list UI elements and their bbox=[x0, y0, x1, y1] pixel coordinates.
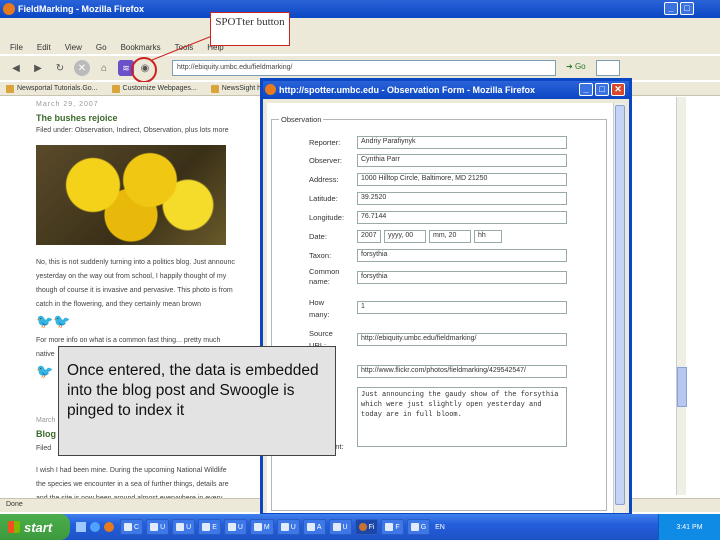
bird-icon: 🐦🐦 bbox=[36, 313, 71, 329]
observer-field[interactable]: Cynthia Parr bbox=[357, 154, 567, 167]
common-name-label: Common name: bbox=[309, 267, 340, 286]
app-icon bbox=[253, 523, 262, 531]
post-title[interactable]: The bushes rejoice bbox=[36, 113, 118, 123]
bookmark-item[interactable]: Newsportal Tutorials.Go... bbox=[6, 84, 98, 93]
forsythia-photo[interactable] bbox=[36, 145, 226, 245]
date-yyyy-field[interactable]: yyyy, 00 bbox=[384, 230, 426, 243]
scrollbar-thumb[interactable] bbox=[677, 367, 687, 407]
app-icon bbox=[385, 523, 394, 531]
date-year-field[interactable]: 2007 bbox=[357, 230, 381, 243]
app-icon bbox=[124, 523, 132, 531]
system-tray: 3:41 PM bbox=[658, 514, 720, 540]
how-many-label: How many: bbox=[309, 298, 330, 319]
quick-launch bbox=[76, 522, 114, 532]
taxon-field[interactable]: forsythia bbox=[357, 249, 567, 262]
windows-logo-icon bbox=[8, 521, 20, 533]
main-scrollbar[interactable] bbox=[676, 97, 687, 495]
post-line: catch in the flowering, and they certain… bbox=[36, 301, 201, 308]
taskbar-button-active[interactable]: Fi bbox=[354, 519, 379, 535]
latitude-field[interactable]: 39.2520 bbox=[357, 192, 567, 205]
longitude-label: Longitude: bbox=[309, 213, 345, 222]
observation-legend: Observation bbox=[279, 115, 324, 124]
taskbar-button[interactable]: U bbox=[276, 519, 300, 535]
bookmark-icon bbox=[6, 84, 14, 93]
popup-firefox-icon bbox=[265, 84, 276, 95]
taskbar-button[interactable]: U bbox=[146, 519, 170, 535]
second-post-filed: Filed bbox=[36, 445, 52, 452]
bird-icon: 🐦 bbox=[36, 363, 54, 379]
post-line: native bbox=[36, 351, 55, 358]
app-icon bbox=[306, 523, 315, 531]
popup-scrollbar-thumb[interactable] bbox=[615, 105, 625, 505]
bookmark-icon bbox=[210, 84, 219, 93]
taskbar-button[interactable]: U bbox=[328, 519, 352, 535]
taskbar-button[interactable]: A bbox=[302, 519, 326, 535]
clock: 3:41 PM bbox=[676, 523, 703, 531]
app-icon bbox=[202, 523, 211, 531]
post-line: yesterday on the way out from school, I … bbox=[36, 273, 227, 280]
post-line: I wish I had been mine. During the upcom… bbox=[36, 467, 227, 474]
comment-text: Just announcing the gaudy show of the fo… bbox=[361, 391, 559, 419]
app-icon bbox=[332, 523, 341, 531]
post-line: the species we encounter in a sea of fur… bbox=[36, 481, 229, 488]
post-filed-under: Filed under: Observation, Indirect, Obse… bbox=[36, 127, 229, 134]
popup-maximize-button[interactable]: □ bbox=[595, 83, 609, 96]
taskbar: start C U U E U M U A U Fi F G EN 3:41 P… bbox=[0, 514, 720, 540]
reporter-label: Reporter: bbox=[309, 138, 341, 147]
how-many-field[interactable]: 1 bbox=[357, 301, 567, 314]
common-name-field[interactable]: forsythia bbox=[357, 271, 567, 284]
longitude-field[interactable]: 76.7144 bbox=[357, 211, 567, 224]
date-hh-field[interactable]: hh bbox=[474, 230, 502, 243]
popup-title: http://spotter.umbc.edu - Observation Fo… bbox=[279, 85, 536, 95]
bookmark-item[interactable]: Customize Webpages... bbox=[111, 84, 197, 93]
bookmark-icon bbox=[111, 84, 120, 93]
popup-titlebar: http://spotter.umbc.edu - Observation Fo… bbox=[263, 81, 629, 99]
caption-box: Once entered, the data is embedded into … bbox=[58, 346, 336, 456]
post-line: No, this is not suddenly turning into a … bbox=[36, 259, 235, 266]
ie-icon[interactable] bbox=[90, 522, 100, 532]
photo-url-field[interactable]: http://www.flickr.com/photos/fieldmarkin… bbox=[357, 365, 567, 378]
address-label: Address: bbox=[309, 175, 339, 184]
date-mm-field[interactable]: mm, 20 bbox=[429, 230, 471, 243]
post-line: though of course it is invasive and perv… bbox=[36, 287, 233, 294]
post-line: For more info on what is a common fast t… bbox=[36, 337, 221, 344]
observer-label: Observer: bbox=[309, 156, 342, 165]
reporter-field[interactable]: Andriy Parafiynyk bbox=[357, 136, 567, 149]
status-text: Done bbox=[6, 501, 23, 508]
caption-text: Once entered, the data is embedded into … bbox=[67, 362, 319, 419]
taskbar-button[interactable]: E bbox=[198, 519, 221, 535]
popup-scrollbar[interactable] bbox=[613, 103, 625, 513]
callout-text: SPOTter button bbox=[215, 16, 285, 28]
taskbar-button[interactable]: C bbox=[120, 519, 144, 535]
taskbar-button[interactable]: M bbox=[249, 519, 274, 535]
taskbar-button[interactable]: U bbox=[223, 519, 247, 535]
address-field[interactable]: 1000 Hilltop Circle, Baltimore, MD 21250 bbox=[357, 173, 567, 186]
spotter-callout: SPOTter button bbox=[210, 12, 290, 46]
popup-minimize-button[interactable]: _ bbox=[579, 83, 593, 96]
app-icon bbox=[410, 523, 419, 531]
popup-close-button[interactable]: ✕ bbox=[611, 83, 625, 96]
desktop-icon[interactable] bbox=[76, 522, 86, 532]
second-post-date: March bbox=[36, 417, 56, 424]
taxon-label: Taxon: bbox=[309, 251, 332, 260]
firefox-quick-icon[interactable] bbox=[104, 522, 114, 532]
start-label: start bbox=[24, 519, 53, 535]
second-post-title[interactable]: Blog bbox=[36, 429, 56, 439]
language-indicator[interactable]: EN bbox=[435, 524, 445, 531]
source-url-field[interactable]: http://ebiquity.umbc.edu/fieldmarking/ bbox=[357, 333, 567, 346]
taskbar-button[interactable]: G bbox=[406, 519, 431, 535]
app-icon bbox=[227, 523, 236, 531]
start-button[interactable]: start bbox=[0, 514, 70, 540]
taskbar-button[interactable]: F bbox=[381, 519, 404, 535]
app-icon bbox=[150, 523, 159, 531]
firefox-task-icon bbox=[358, 523, 367, 531]
comment-textarea[interactable]: Just announcing the gaudy show of the fo… bbox=[357, 387, 567, 447]
taskbar-button[interactable]: U bbox=[172, 519, 196, 535]
app-icon bbox=[280, 523, 289, 531]
latitude-label: Latitude: bbox=[309, 194, 338, 203]
app-icon bbox=[176, 523, 185, 531]
post-date: March 29, 2007 bbox=[36, 101, 99, 108]
date-label: Date: bbox=[309, 232, 327, 241]
